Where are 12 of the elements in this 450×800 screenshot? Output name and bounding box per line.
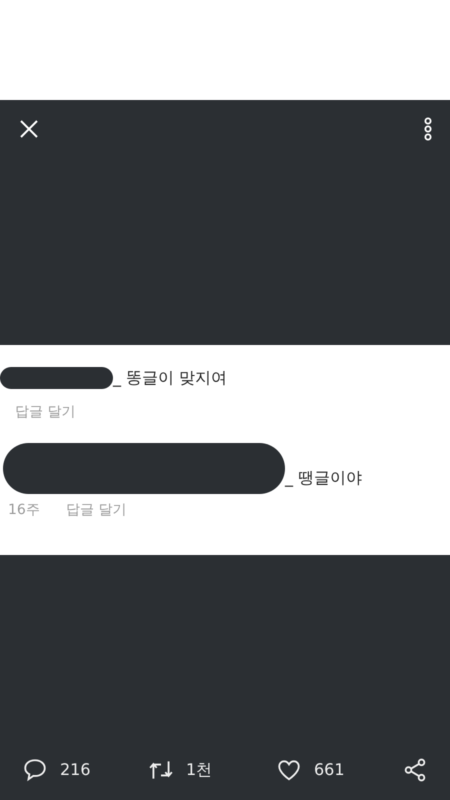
share-icon[interactable]	[402, 757, 428, 783]
comment-text: _ 똥글이 맞지여	[113, 370, 228, 386]
close-icon[interactable]	[20, 120, 38, 138]
action-count: 661	[314, 759, 345, 781]
reply-link[interactable]: 답글 달기	[66, 500, 126, 521]
comment-icon[interactable]	[22, 757, 48, 783]
reply-link[interactable]: 답글 달기	[15, 402, 76, 423]
action-count: 216	[60, 759, 91, 781]
comment-time: 16주	[8, 501, 40, 520]
comment-text: _ 땡글이야	[285, 470, 362, 486]
more-options-icon[interactable]	[424, 117, 432, 141]
action-count: 1천	[186, 759, 212, 781]
